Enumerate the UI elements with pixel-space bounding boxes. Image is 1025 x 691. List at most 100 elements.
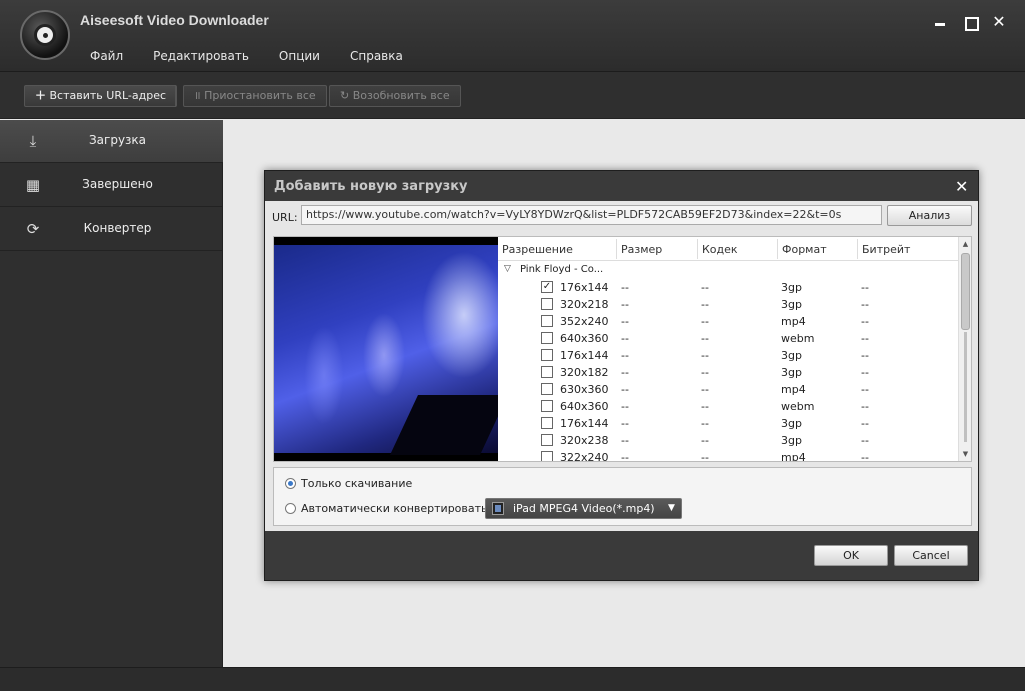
table-row[interactable]: 352x240 -- -- mp4 -- — [498, 313, 958, 330]
cell-res: 320x218 — [560, 298, 609, 311]
cell-codec: -- — [701, 298, 709, 311]
vertical-scrollbar[interactable]: ▲ ▼ — [958, 237, 971, 461]
pause-icon: ॥ — [194, 89, 201, 102]
row-checkbox[interactable] — [541, 315, 553, 327]
cell-codec: -- — [701, 315, 709, 328]
column-size[interactable]: Размер — [621, 243, 662, 256]
column-divider — [697, 239, 698, 259]
sidebar-item-label: Завершено — [82, 177, 153, 191]
auto-convert-radio[interactable] — [285, 503, 296, 514]
ok-button[interactable]: OK — [814, 545, 888, 566]
column-format[interactable]: Формат — [782, 243, 827, 256]
row-checkbox[interactable]: ✓ — [541, 281, 553, 293]
menu-options[interactable]: Опции — [279, 49, 320, 63]
chevron-down-icon[interactable]: ▽ — [504, 264, 511, 274]
dialog-body: URL: https://www.youtube.com/watch?v=VyL… — [265, 201, 978, 531]
sidebar-item-label: Загрузка — [88, 133, 147, 147]
table-row[interactable]: 320x218 -- -- 3gp -- — [498, 296, 958, 313]
pause-all-button[interactable]: ॥ Приостановить все — [183, 85, 327, 107]
row-checkbox[interactable] — [541, 400, 553, 412]
cell-codec: -- — [701, 383, 709, 396]
column-bitrate[interactable]: Битрейт — [862, 243, 910, 256]
cell-res: 640x360 — [560, 400, 609, 413]
cell-size: -- — [621, 366, 629, 379]
sidebar-item-converter[interactable]: ⟳ Конвертер — [0, 208, 223, 251]
sidebar-item-download[interactable]: ⤓ Загрузка — [0, 120, 223, 163]
cell-bitrate: -- — [861, 281, 869, 294]
download-only-radio[interactable] — [285, 478, 296, 489]
table-row[interactable]: 176x144 -- -- 3gp -- — [498, 347, 958, 364]
sidebar-item-finished[interactable]: ▦ Завершено — [0, 164, 223, 207]
minimize-icon[interactable] — [932, 14, 948, 30]
cell-bitrate: -- — [861, 383, 869, 396]
row-checkbox[interactable] — [541, 349, 553, 361]
table-row[interactable]: 630x360 -- -- mp4 -- — [498, 381, 958, 398]
row-checkbox[interactable] — [541, 298, 553, 310]
row-checkbox[interactable] — [541, 417, 553, 429]
menu-help[interactable]: Справка — [350, 49, 403, 63]
row-checkbox[interactable] — [541, 451, 553, 461]
toolbar-divider — [175, 85, 176, 107]
table-row[interactable]: 640x360 -- -- webm -- — [498, 398, 958, 415]
table-row[interactable]: 322x240 -- -- mp4 -- — [498, 449, 958, 461]
format-table: Разрешение Размер Кодек Формат Битрейт ▽… — [498, 237, 958, 461]
cancel-button[interactable]: Cancel — [894, 545, 968, 566]
menu-file[interactable]: Файл — [90, 49, 123, 63]
table-row[interactable]: 176x144 -- -- 3gp -- — [498, 415, 958, 432]
table-row[interactable]: 320x182 -- -- 3gp -- — [498, 364, 958, 381]
cell-format: webm — [781, 400, 815, 413]
cell-size: -- — [621, 417, 629, 430]
scroll-down-icon[interactable]: ▼ — [961, 449, 970, 459]
row-checkbox[interactable] — [541, 332, 553, 344]
resume-all-label: Возобновить все — [352, 89, 450, 102]
resume-all-button[interactable]: ↻ Возобновить все — [329, 85, 461, 107]
cell-res: 320x182 — [560, 366, 609, 379]
column-divider — [777, 239, 778, 259]
column-resolution[interactable]: Разрешение — [502, 243, 573, 256]
cell-codec: -- — [701, 451, 709, 461]
video-preview — [274, 237, 498, 461]
convert-profile-value: iPad MPEG4 Video(*.mp4) — [513, 502, 655, 515]
output-options: Только скачивание Автоматически конверти… — [273, 467, 972, 526]
analyze-button[interactable]: Анализ — [887, 205, 972, 226]
cell-res: 322x240 — [560, 451, 609, 461]
cell-bitrate: -- — [861, 298, 869, 311]
dropdown-arrow-icon: ▼ — [668, 503, 675, 513]
dialog-close-icon[interactable]: ✕ — [955, 177, 968, 196]
app-logo-icon — [20, 10, 70, 60]
cell-size: -- — [621, 315, 629, 328]
convert-profile-select[interactable]: iPad MPEG4 Video(*.mp4) ▼ — [485, 498, 682, 519]
url-input[interactable]: https://www.youtube.com/watch?v=VyLY8YDW… — [301, 205, 882, 225]
close-icon[interactable]: ✕ — [991, 14, 1007, 30]
row-checkbox[interactable] — [541, 366, 553, 378]
cell-format: webm — [781, 332, 815, 345]
table-header: Разрешение Размер Кодек Формат Битрейт — [498, 237, 958, 261]
scrollbar-track — [964, 332, 967, 442]
dialog-title: Добавить новую загрузку — [274, 179, 468, 194]
cell-bitrate: -- — [861, 434, 869, 447]
menu-edit[interactable]: Редактировать — [153, 49, 249, 63]
status-bar — [0, 667, 1025, 691]
cell-bitrate: -- — [861, 349, 869, 362]
cell-codec: -- — [701, 349, 709, 362]
table-row[interactable]: ✓ 176x144 -- -- 3gp -- — [498, 279, 958, 296]
format-list-panel: Разрешение Размер Кодек Формат Битрейт ▽… — [273, 236, 972, 462]
video-group-row[interactable]: ▽ Pink Floyd - Co... — [498, 262, 958, 279]
table-row[interactable]: 320x238 -- -- 3gp -- — [498, 432, 958, 449]
cell-size: -- — [621, 383, 629, 396]
paste-url-button[interactable]: ＋ Вставить URL-адрес — [24, 85, 178, 107]
scrollbar-thumb[interactable] — [961, 253, 970, 330]
maximize-icon[interactable] — [962, 14, 979, 31]
cell-size: -- — [621, 281, 629, 294]
cell-size: -- — [621, 400, 629, 413]
menu-bar: Файл Редактировать Опции Справка — [90, 49, 403, 63]
table-row[interactable]: 640x360 -- -- webm -- — [498, 330, 958, 347]
toolbar: ＋ Вставить URL-адрес ॥ Приостановить все… — [0, 72, 1025, 119]
row-checkbox[interactable] — [541, 383, 553, 395]
column-codec[interactable]: Кодек — [702, 243, 738, 256]
cell-format: 3gp — [781, 298, 802, 311]
scroll-up-icon[interactable]: ▲ — [961, 239, 970, 249]
row-checkbox[interactable] — [541, 434, 553, 446]
cell-format: 3gp — [781, 366, 802, 379]
cell-res: 630x360 — [560, 383, 609, 396]
